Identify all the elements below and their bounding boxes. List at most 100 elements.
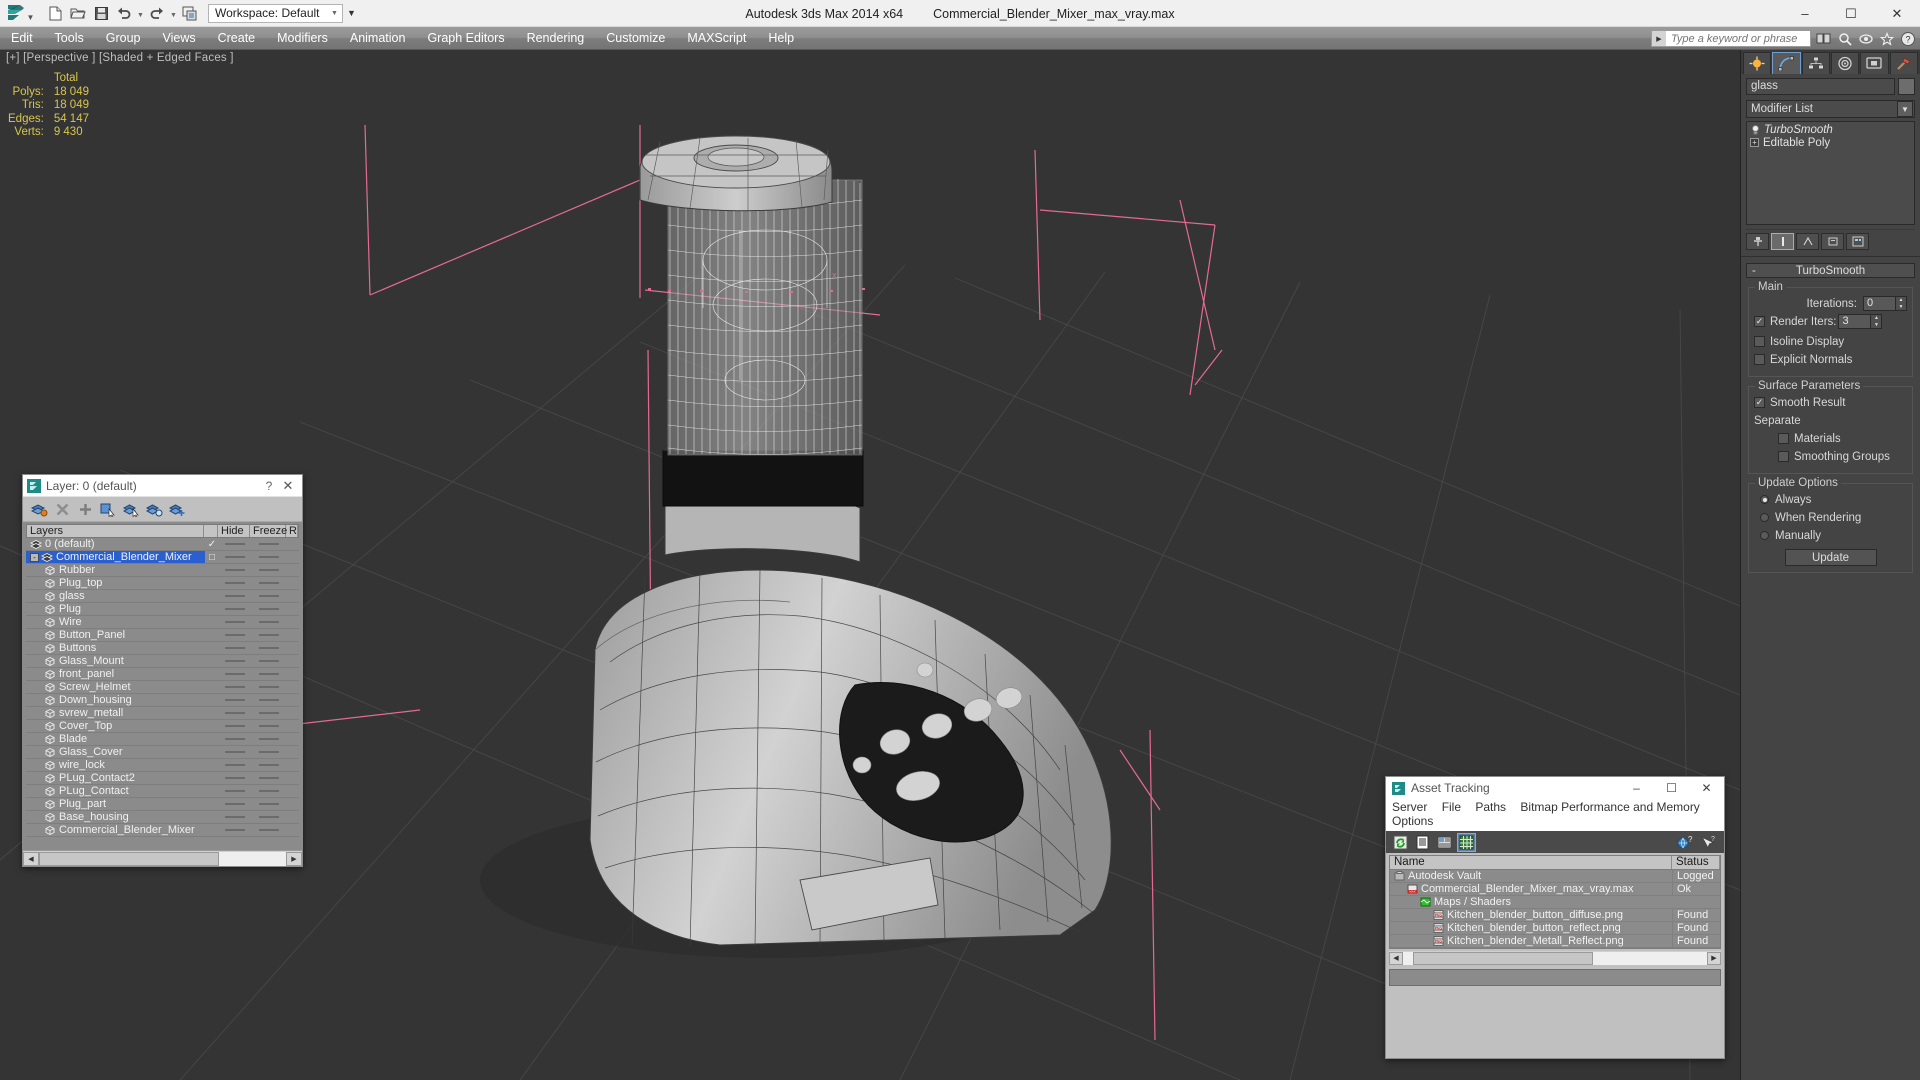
make-unique-icon[interactable] bbox=[1796, 233, 1819, 250]
smoothing-groups-row[interactable]: Smoothing Groups bbox=[1754, 449, 1907, 464]
layer-column-render[interactable]: R bbox=[286, 525, 298, 537]
menu-item-group[interactable]: Group bbox=[95, 27, 152, 50]
layer-hide-cell[interactable] bbox=[219, 660, 251, 662]
add-layer-icon[interactable] bbox=[75, 499, 95, 519]
layer-freeze-cell[interactable] bbox=[251, 543, 287, 545]
new-file-icon[interactable] bbox=[44, 2, 66, 24]
render-iters-value[interactable]: 3 bbox=[1838, 314, 1872, 329]
layer-row[interactable]: glass bbox=[26, 590, 299, 603]
smooth-result-row[interactable]: ✓ Smooth Result bbox=[1754, 395, 1907, 410]
layer-hide-cell[interactable] bbox=[219, 647, 251, 649]
scroll-thumb[interactable] bbox=[39, 851, 219, 866]
menu-item-maxscript[interactable]: MAXScript bbox=[676, 27, 757, 50]
layer-freeze-cell[interactable] bbox=[251, 725, 287, 727]
layer-active-cell[interactable]: □ bbox=[205, 552, 219, 563]
new-layer-icon[interactable] bbox=[29, 499, 49, 519]
layer-hide-cell[interactable] bbox=[219, 803, 251, 805]
add-selection-to-layer-icon[interactable] bbox=[167, 499, 187, 519]
layer-row-name-cell[interactable]: Button_Panel bbox=[26, 629, 205, 641]
search-dropdown-icon[interactable]: ▶ bbox=[1652, 31, 1666, 46]
layer-freeze-cell[interactable] bbox=[251, 569, 287, 571]
layer-row[interactable]: Plug bbox=[26, 603, 299, 616]
layer-row-name-cell[interactable]: Plug_top bbox=[26, 577, 205, 589]
menu-item-animation[interactable]: Animation bbox=[339, 27, 417, 50]
layer-hide-cell[interactable] bbox=[219, 582, 251, 584]
layer-freeze-cell[interactable] bbox=[251, 777, 287, 779]
layer-freeze-cell[interactable] bbox=[251, 673, 287, 675]
layer-row-name-cell[interactable]: svrew_metall bbox=[26, 707, 205, 719]
layer-freeze-cell[interactable] bbox=[251, 647, 287, 649]
isoline-display-row[interactable]: Isoline Display bbox=[1754, 334, 1907, 349]
scroll-track[interactable] bbox=[39, 851, 286, 866]
asset-row-name-cell[interactable]: PNG Kitchen_blender_button_diffuse.png bbox=[1390, 909, 1672, 921]
layer-dialog-help-button[interactable]: ? bbox=[260, 479, 278, 493]
utilities-tab[interactable] bbox=[1889, 52, 1918, 74]
modifier-stack[interactable]: TurboSmooth + Editable Poly bbox=[1746, 121, 1915, 225]
layer-row[interactable]: Plug_part bbox=[26, 798, 299, 811]
layer-dialog-close-button[interactable]: ✕ bbox=[278, 478, 298, 494]
layer-row-name-cell[interactable]: PLug_Contact bbox=[26, 785, 205, 797]
workspace-caret-icon[interactable]: ▼ bbox=[328, 10, 342, 17]
pin-stack-icon[interactable] bbox=[1746, 233, 1769, 250]
help-pointer-icon[interactable]: ? bbox=[1699, 834, 1716, 851]
smoothing-groups-checkbox[interactable] bbox=[1778, 451, 1789, 462]
asset-menu-bitmap[interactable]: Bitmap Performance and Memory bbox=[1520, 800, 1699, 814]
layer-expander-icon[interactable]: - bbox=[30, 552, 39, 562]
layer-hide-cell[interactable] bbox=[219, 712, 251, 714]
iterations-value[interactable]: 0 bbox=[1863, 296, 1896, 311]
refresh-icon[interactable] bbox=[1392, 834, 1409, 851]
asset-maximize-button[interactable]: ☐ bbox=[1654, 777, 1689, 799]
show-end-result-icon[interactable] bbox=[1771, 233, 1794, 250]
asset-scroll-left-icon[interactable]: ◀ bbox=[1389, 951, 1403, 965]
layer-row[interactable]: Glass_Mount bbox=[26, 655, 299, 668]
redo-dropdown-caret-icon[interactable]: ▼ bbox=[169, 2, 178, 24]
update-option-always[interactable]: Always bbox=[1754, 492, 1907, 507]
workspace-menu-icon[interactable]: ▼ bbox=[344, 4, 360, 23]
layer-freeze-cell[interactable] bbox=[251, 660, 287, 662]
asset-row[interactable]: PNG Kitchen_blender_Metall_Reflect.png Fou… bbox=[1390, 935, 1720, 948]
display-tab[interactable] bbox=[1860, 52, 1889, 74]
modify-tab[interactable] bbox=[1772, 52, 1801, 74]
hierarchy-tab[interactable] bbox=[1801, 52, 1830, 74]
layer-row[interactable]: Cover_Top bbox=[26, 720, 299, 733]
update-option-when-rendering[interactable]: When Rendering bbox=[1754, 510, 1907, 525]
asset-column-name[interactable]: Name bbox=[1390, 856, 1672, 869]
layer-row-name-cell[interactable]: PLug_Contact2 bbox=[26, 772, 205, 784]
object-name-field[interactable]: glass bbox=[1746, 78, 1895, 95]
layer-hide-cell[interactable] bbox=[219, 725, 251, 727]
details-view-icon[interactable] bbox=[1436, 834, 1453, 851]
layer-row[interactable]: Blade bbox=[26, 733, 299, 746]
layer-freeze-cell[interactable] bbox=[251, 738, 287, 740]
smooth-result-checkbox[interactable]: ✓ bbox=[1754, 397, 1765, 408]
scroll-left-icon[interactable]: ◀ bbox=[23, 851, 39, 866]
asset-row[interactable]: Maps / Shaders bbox=[1390, 896, 1720, 909]
layer-hide-cell[interactable] bbox=[219, 699, 251, 701]
search-magnifier-icon[interactable] bbox=[1836, 30, 1853, 47]
asset-row[interactable]: MAX Commercial_Blender_Mixer_max_vray.max… bbox=[1390, 883, 1720, 896]
layer-column-freeze[interactable]: Freeze bbox=[250, 525, 287, 537]
object-color-swatch[interactable] bbox=[1898, 78, 1915, 95]
asset-row-name-cell[interactable]: MAX Commercial_Blender_Mixer_max_vray.max bbox=[1390, 883, 1672, 895]
menu-item-rendering[interactable]: Rendering bbox=[516, 27, 596, 50]
layer-column-layers[interactable]: Layers bbox=[27, 525, 204, 537]
layer-horizontal-scrollbar[interactable]: ◀ ▶ bbox=[23, 850, 302, 866]
layer-freeze-cell[interactable] bbox=[251, 608, 287, 610]
layer-freeze-cell[interactable] bbox=[251, 803, 287, 805]
layer-hide-cell[interactable] bbox=[219, 764, 251, 766]
menu-item-customize[interactable]: Customize bbox=[595, 27, 676, 50]
layer-column-hide[interactable]: Hide bbox=[218, 525, 250, 537]
isoline-display-checkbox[interactable] bbox=[1754, 336, 1765, 347]
asset-row[interactable]: PNG Kitchen_blender_button_reflect.png Fou… bbox=[1390, 922, 1720, 935]
asset-menu-paths[interactable]: Paths bbox=[1475, 800, 1506, 814]
minimize-button[interactable]: – bbox=[1782, 0, 1828, 27]
layer-freeze-cell[interactable] bbox=[251, 699, 287, 701]
layer-freeze-cell[interactable] bbox=[251, 816, 287, 818]
render-iters-spinner-arrows[interactable]: ▲ ▼ bbox=[1871, 314, 1883, 329]
asset-tracking-dialog[interactable]: Asset Tracking – ☐ ✕ Server File Paths B… bbox=[1385, 776, 1725, 1059]
layer-row-name-cell[interactable]: Wire bbox=[26, 616, 205, 628]
rollout-toggle-icon[interactable]: - bbox=[1752, 265, 1756, 277]
configure-modifier-sets-icon[interactable] bbox=[1846, 233, 1869, 250]
layer-row-name-cell[interactable]: Glass_Mount bbox=[26, 655, 205, 667]
modifier-list-dropdown[interactable]: Modifier List ▼ bbox=[1746, 100, 1915, 118]
layer-row-name-cell[interactable]: Screw_Helmet bbox=[26, 681, 205, 693]
